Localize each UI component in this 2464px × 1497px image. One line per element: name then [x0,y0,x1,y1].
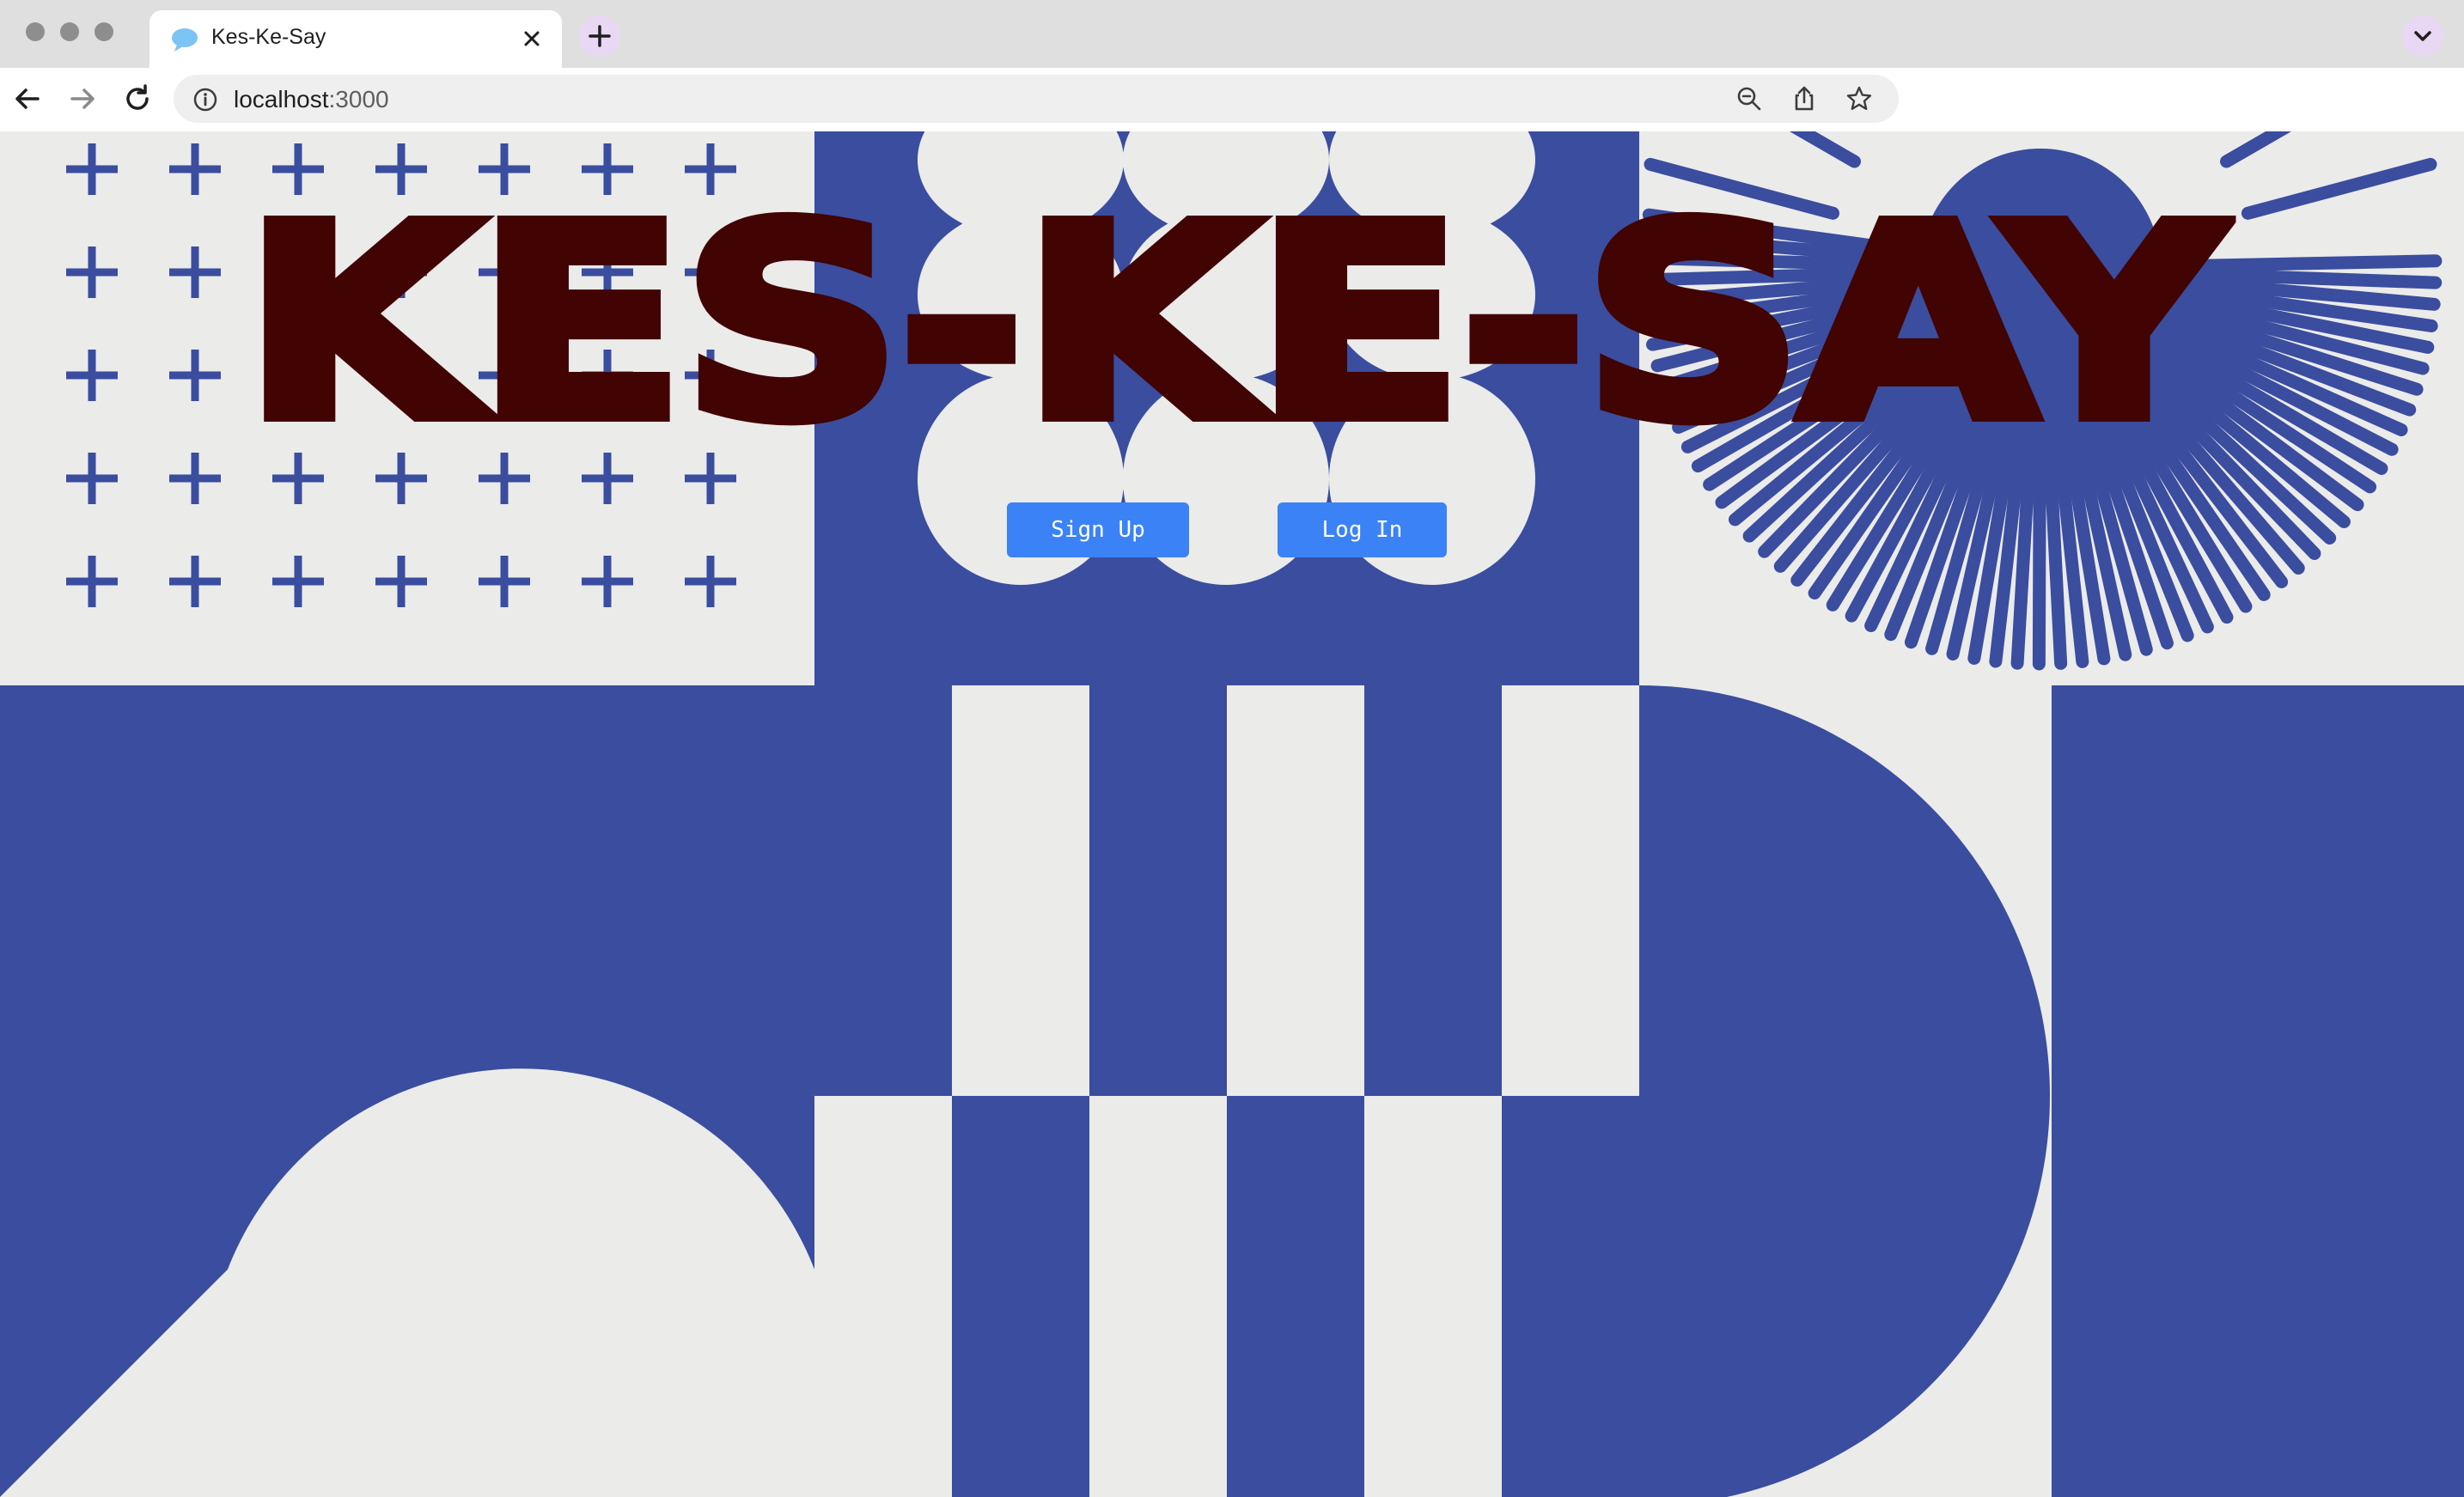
reload-icon[interactable] [120,82,155,116]
tab-title: Kes-Ke-Say [211,25,326,49]
sign-up-button[interactable]: Sign Up [1007,502,1189,557]
stripe-block [1364,1096,1502,1497]
stripe-block [952,685,1089,1096]
back-arrow-icon[interactable] [10,82,45,116]
tab-search-button[interactable] [2402,15,2443,57]
stripe-block [1364,685,1502,1096]
share-icon[interactable] [1790,85,1818,113]
close-icon[interactable] [519,26,545,52]
url-text[interactable]: localhost:3000 [234,86,389,113]
stripe-block [1227,1096,1364,1497]
url-host: localhost [234,86,329,113]
log-in-button[interactable]: Log In [1278,502,1447,557]
info-icon[interactable] [192,87,218,113]
window-close-dot[interactable] [26,22,45,41]
plus-icon [589,25,611,47]
browser-toolbar: localhost:3000 [0,68,2464,133]
stripe-block [1502,685,1639,1096]
zoom-out-icon[interactable] [1735,85,1763,113]
browser-tab-bar: Kes-Ke-Say [0,0,2464,68]
window-minimize-dot[interactable] [60,22,79,41]
new-tab-button[interactable] [579,15,620,57]
stripe-block [952,1096,1089,1497]
panel-background [2052,685,2464,1497]
stripe-block [1502,1096,1639,1497]
forward-arrow-icon[interactable] [65,82,100,116]
stripe-block [1089,685,1227,1096]
stripe-block [1089,1096,1227,1497]
site-title: KES-KE-SAY [235,169,2232,479]
url-port: :3000 [328,86,389,113]
address-bar[interactable]: localhost:3000 [174,75,1899,123]
page-viewport: KES-KE-SAY Sign Up Log In [0,131,2464,1497]
lower-geometric-panels [0,685,2464,1497]
stripe-block [814,685,952,1096]
chevron-down-icon [2414,31,2431,41]
speech-bubble-icon [172,28,198,52]
stripe-block [1227,685,1364,1096]
browser-tab[interactable]: Kes-Ke-Say [149,10,562,68]
bookmark-star-icon[interactable] [1845,85,1873,113]
window-zoom-dot[interactable] [95,22,113,41]
stripe-block [814,1096,952,1497]
